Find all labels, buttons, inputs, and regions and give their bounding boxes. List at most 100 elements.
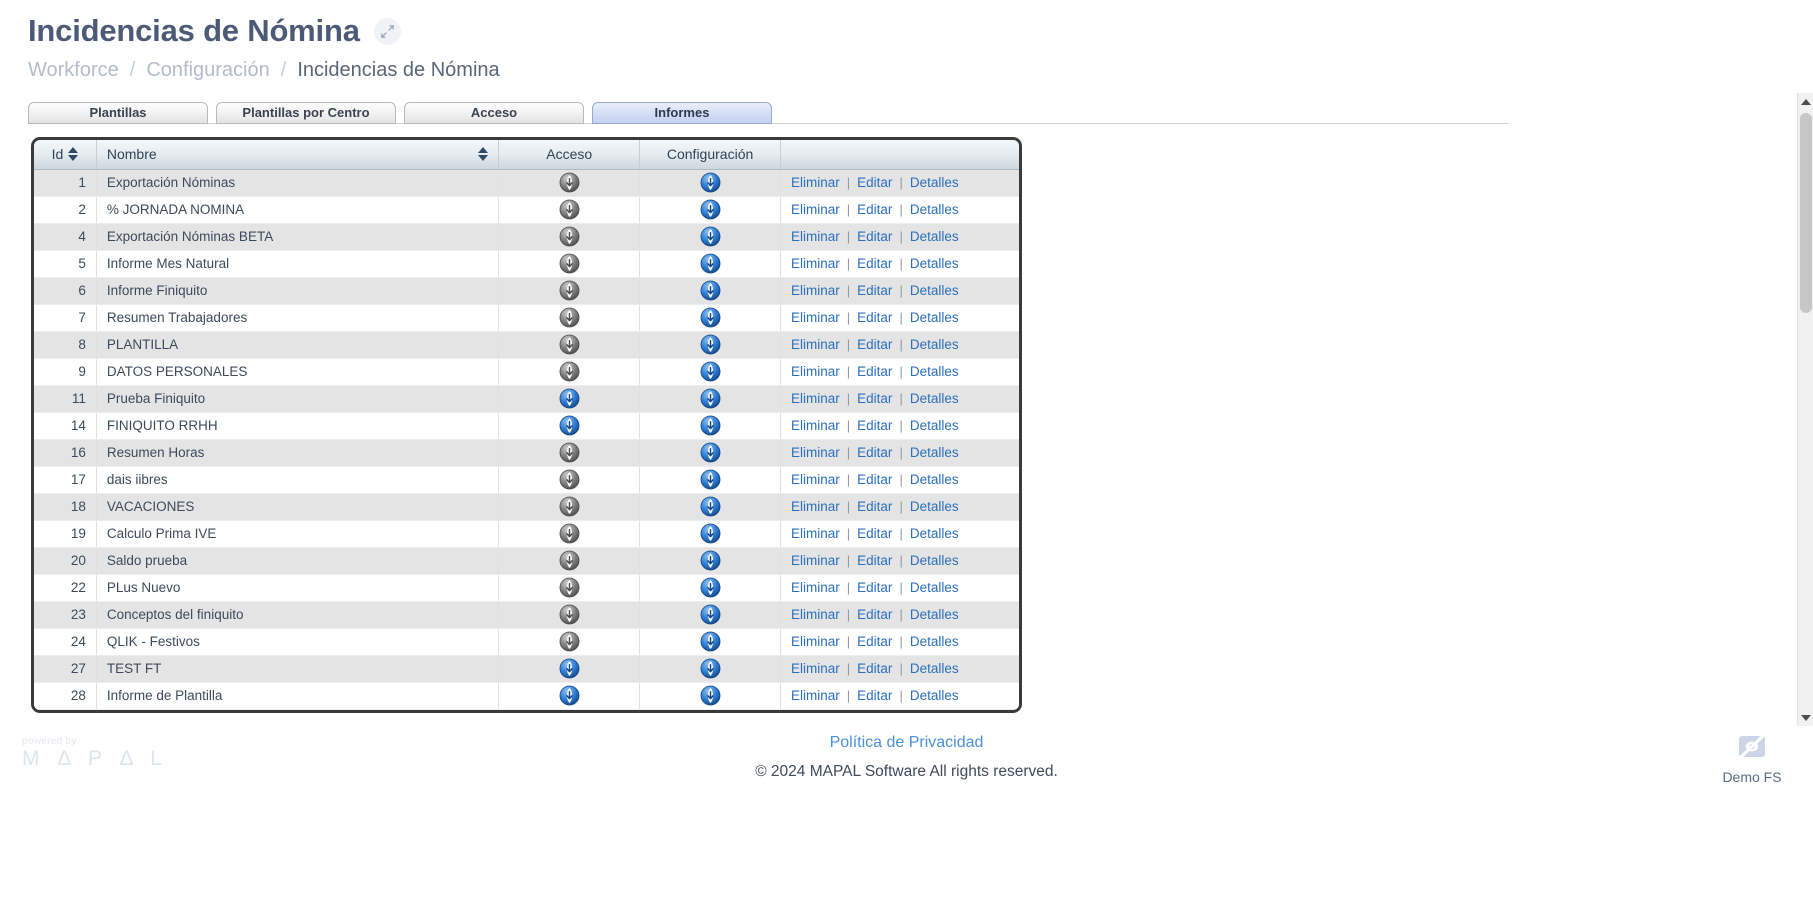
table-row[interactable]: 6 Informe Finiquito Eliminar | Editar | … bbox=[34, 277, 1019, 305]
arrow-circle-inactive-icon[interactable] bbox=[559, 334, 580, 355]
delete-link[interactable]: Eliminar bbox=[791, 310, 840, 325]
cell-acceso[interactable] bbox=[498, 277, 641, 305]
caret-up-icon[interactable] bbox=[1798, 93, 1813, 110]
arrow-circle-active-icon[interactable] bbox=[700, 685, 721, 706]
delete-link[interactable]: Eliminar bbox=[791, 499, 840, 514]
arrow-circle-active-icon[interactable] bbox=[700, 469, 721, 490]
details-link[interactable]: Detalles bbox=[910, 337, 959, 352]
delete-link[interactable]: Eliminar bbox=[791, 256, 840, 271]
table-row[interactable]: 27 TEST FT Eliminar | Editar | Detalles bbox=[34, 655, 1019, 683]
edit-link[interactable]: Editar bbox=[857, 526, 892, 541]
sort-arrows-icon[interactable] bbox=[68, 147, 79, 162]
arrow-circle-inactive-icon[interactable] bbox=[559, 199, 580, 220]
page-scrollbar[interactable] bbox=[1797, 93, 1813, 726]
cell-configuracion[interactable] bbox=[639, 628, 781, 656]
cell-configuracion[interactable] bbox=[639, 655, 781, 683]
cell-configuracion[interactable] bbox=[639, 223, 781, 251]
arrow-circle-inactive-icon[interactable] bbox=[559, 172, 580, 193]
arrow-circle-active-icon[interactable] bbox=[700, 253, 721, 274]
delete-link[interactable]: Eliminar bbox=[791, 445, 840, 460]
table-row[interactable]: 14 FINIQUITO RRHH Eliminar | Editar | De… bbox=[34, 412, 1019, 440]
arrow-circle-active-icon[interactable] bbox=[700, 604, 721, 625]
cell-acceso[interactable] bbox=[498, 385, 641, 413]
cell-acceso[interactable] bbox=[498, 520, 641, 548]
cell-acceso[interactable] bbox=[498, 628, 641, 656]
table-row[interactable]: 2% JORNADA NOMINA Eliminar | Editar | De… bbox=[34, 196, 1019, 224]
details-link[interactable]: Detalles bbox=[910, 229, 959, 244]
delete-link[interactable]: Eliminar bbox=[791, 337, 840, 352]
arrow-circle-active-icon[interactable] bbox=[700, 280, 721, 301]
scrollbar-thumb[interactable] bbox=[1800, 113, 1812, 313]
edit-link[interactable]: Editar bbox=[857, 472, 892, 487]
arrow-circle-active-icon[interactable] bbox=[559, 658, 580, 679]
cell-configuracion[interactable] bbox=[639, 682, 781, 710]
cell-acceso[interactable] bbox=[498, 250, 641, 278]
arrow-circle-inactive-icon[interactable] bbox=[559, 604, 580, 625]
cell-configuracion[interactable] bbox=[639, 250, 781, 278]
cell-acceso[interactable] bbox=[498, 682, 641, 710]
table-row[interactable]: 11 Prueba Finiquito Eliminar | Editar | … bbox=[34, 385, 1019, 413]
edit-link[interactable]: Editar bbox=[857, 256, 892, 271]
details-link[interactable]: Detalles bbox=[910, 202, 959, 217]
table-row[interactable]: 23 Conceptos del finiquito Eliminar | Ed… bbox=[34, 601, 1019, 629]
cell-acceso[interactable] bbox=[498, 493, 641, 521]
delete-link[interactable]: Eliminar bbox=[791, 472, 840, 487]
details-link[interactable]: Detalles bbox=[910, 526, 959, 541]
edit-link[interactable]: Editar bbox=[857, 445, 892, 460]
delete-link[interactable]: Eliminar bbox=[791, 418, 840, 433]
table-row[interactable]: 9 DATOS PERSONALES Eliminar | Editar | D… bbox=[34, 358, 1019, 386]
details-link[interactable]: Detalles bbox=[910, 175, 959, 190]
delete-link[interactable]: Eliminar bbox=[791, 175, 840, 190]
details-link[interactable]: Detalles bbox=[910, 553, 959, 568]
cell-acceso[interactable] bbox=[498, 655, 641, 683]
arrow-circle-inactive-icon[interactable] bbox=[559, 361, 580, 382]
edit-link[interactable]: Editar bbox=[857, 364, 892, 379]
details-link[interactable]: Detalles bbox=[910, 688, 959, 703]
cell-configuracion[interactable] bbox=[639, 169, 781, 197]
cell-acceso[interactable] bbox=[498, 304, 641, 332]
cell-acceso[interactable] bbox=[498, 358, 641, 386]
table-row[interactable]: 20 Saldo prueba Eliminar | Editar | Deta… bbox=[34, 547, 1019, 575]
delete-link[interactable]: Eliminar bbox=[791, 283, 840, 298]
arrow-circle-active-icon[interactable] bbox=[700, 199, 721, 220]
sort-arrows-icon[interactable] bbox=[478, 147, 489, 162]
cell-acceso[interactable] bbox=[498, 223, 641, 251]
table-row[interactable]: 28 Informe de Plantilla Eliminar | Edita… bbox=[34, 682, 1019, 710]
caret-down-icon[interactable] bbox=[1798, 709, 1813, 726]
arrow-circle-active-icon[interactable] bbox=[700, 550, 721, 571]
arrow-circle-inactive-icon[interactable] bbox=[559, 226, 580, 247]
cell-configuracion[interactable] bbox=[639, 385, 781, 413]
details-link[interactable]: Detalles bbox=[910, 472, 959, 487]
tab-acceso[interactable]: Acceso bbox=[404, 102, 584, 125]
edit-link[interactable]: Editar bbox=[857, 607, 892, 622]
details-link[interactable]: Detalles bbox=[910, 499, 959, 514]
expand-arrows-icon[interactable] bbox=[373, 17, 401, 45]
arrow-circle-active-icon[interactable] bbox=[700, 496, 721, 517]
arrow-circle-active-icon[interactable] bbox=[700, 361, 721, 382]
table-row[interactable]: 18 VACACIONES Eliminar | Editar | Detall… bbox=[34, 493, 1019, 521]
edit-link[interactable]: Editar bbox=[857, 580, 892, 595]
details-link[interactable]: Detalles bbox=[910, 445, 959, 460]
details-link[interactable]: Detalles bbox=[910, 580, 959, 595]
details-link[interactable]: Detalles bbox=[910, 364, 959, 379]
delete-link[interactable]: Eliminar bbox=[791, 634, 840, 649]
arrow-circle-inactive-icon[interactable] bbox=[559, 280, 580, 301]
arrow-circle-inactive-icon[interactable] bbox=[559, 307, 580, 328]
details-link[interactable]: Detalles bbox=[910, 661, 959, 676]
arrow-circle-inactive-icon[interactable] bbox=[559, 550, 580, 571]
breadcrumb-item-workforce[interactable]: Workforce bbox=[28, 60, 119, 80]
edit-link[interactable]: Editar bbox=[857, 229, 892, 244]
cell-configuracion[interactable] bbox=[639, 277, 781, 305]
tab-plantillas-por-centro[interactable]: Plantillas por Centro bbox=[216, 102, 396, 125]
cell-configuracion[interactable] bbox=[639, 466, 781, 494]
table-row[interactable]: 16 Resumen Horas Eliminar | Editar | Det… bbox=[34, 439, 1019, 467]
details-link[interactable]: Detalles bbox=[910, 607, 959, 622]
cell-configuracion[interactable] bbox=[639, 331, 781, 359]
cell-configuracion[interactable] bbox=[639, 520, 781, 548]
delete-link[interactable]: Eliminar bbox=[791, 661, 840, 676]
edit-link[interactable]: Editar bbox=[857, 391, 892, 406]
edit-link[interactable]: Editar bbox=[857, 202, 892, 217]
arrow-circle-active-icon[interactable] bbox=[700, 172, 721, 193]
arrow-circle-inactive-icon[interactable] bbox=[559, 253, 580, 274]
cell-acceso[interactable] bbox=[498, 169, 641, 197]
